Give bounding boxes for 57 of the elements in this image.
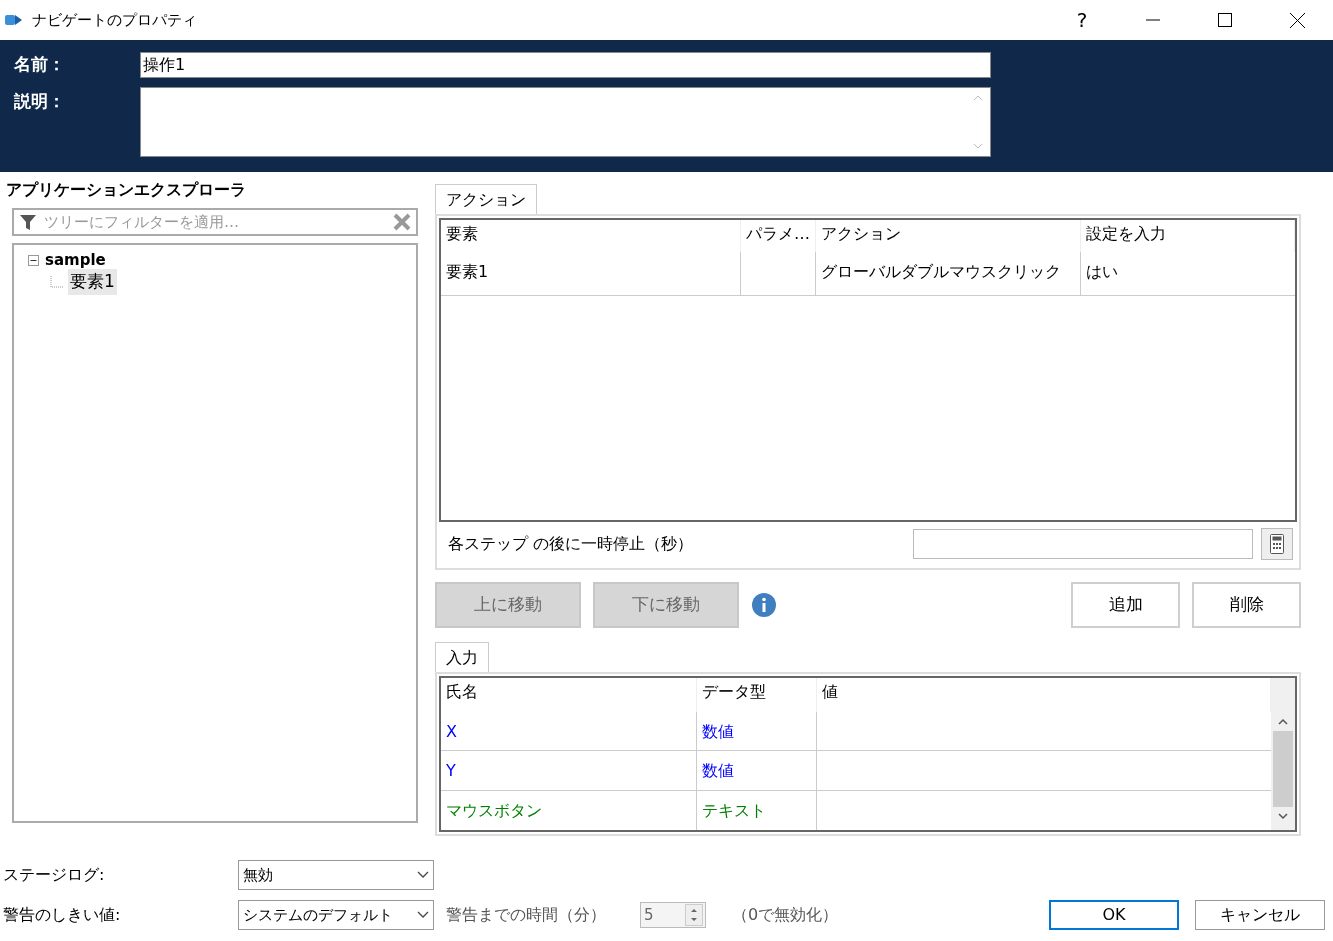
spinner-arrows-icon[interactable]	[685, 904, 703, 926]
table-cell: 要素1	[441, 252, 741, 295]
filter-field[interactable]: ツリーにフィルターを適用…	[12, 208, 418, 236]
ok-button[interactable]: OK	[1049, 900, 1179, 930]
column-header[interactable]: データ型	[697, 678, 817, 712]
inputs-tab[interactable]: 入力	[435, 642, 489, 672]
delete-button[interactable]: 削除	[1192, 582, 1301, 628]
calculator-icon	[1270, 534, 1284, 555]
number-spinner[interactable]: 5	[640, 902, 706, 928]
explorer-title: アプリケーションエクスプローラ	[6, 179, 247, 201]
tree-line-icon	[50, 276, 64, 288]
table-cell: Y	[441, 751, 697, 790]
column-header[interactable]: 要素	[441, 220, 741, 252]
table-cell: マウスボタン	[441, 790, 697, 830]
chevron-down-icon	[417, 911, 429, 919]
warning-time-label: 警告までの時間（分）	[446, 904, 607, 926]
maximize-icon[interactable]	[1218, 13, 1232, 27]
table-cell: テキスト	[697, 790, 817, 830]
stage-log-label: ステージログ:	[3, 864, 106, 886]
scrollbar[interactable]	[1271, 678, 1295, 830]
description-field[interactable]	[140, 87, 991, 157]
tree-item[interactable]: sample	[43, 248, 108, 272]
actions-tab[interactable]: アクション	[435, 184, 537, 214]
app-icon	[4, 12, 24, 28]
dropdown[interactable]: システムのデフォルト	[238, 900, 434, 930]
column-header[interactable]: パラメ…	[741, 220, 816, 252]
calculator-button[interactable]	[1261, 528, 1293, 561]
pause-label: 各ステップ の後に一時停止（秒）	[448, 533, 694, 556]
table-cell: X	[441, 711, 697, 751]
window-title: ナビゲートのプロパティ	[32, 9, 197, 31]
filter-icon	[19, 213, 37, 231]
chevron-down-icon	[417, 871, 429, 879]
description-label: 説明：	[14, 90, 66, 113]
dropdown[interactable]: 無効	[238, 860, 434, 890]
column-header[interactable]: 氏名	[441, 678, 697, 712]
scroll-thumb[interactable]	[1273, 731, 1293, 807]
column-header[interactable]: アクション	[816, 220, 1081, 252]
warning-time-hint: （0で無効化）	[732, 904, 839, 926]
name-field[interactable]: 操作1	[140, 52, 991, 78]
scroll-up-icon[interactable]	[1278, 718, 1288, 725]
collapse-icon[interactable]	[28, 254, 39, 266]
pause-field[interactable]	[913, 529, 1253, 560]
close-icon[interactable]	[1290, 12, 1305, 28]
warning-threshold-label: 警告のしきい値:	[3, 904, 122, 926]
cancel-button[interactable]: キャンセル	[1195, 900, 1325, 930]
tree-item[interactable]: 要素1	[68, 269, 117, 295]
column-header[interactable]: 設定を入力	[1081, 220, 1295, 252]
table-cell: 数値	[697, 751, 817, 790]
add-button[interactable]: 追加	[1071, 582, 1180, 628]
scroll-down-icon[interactable]	[1278, 813, 1288, 820]
name-label: 名前：	[14, 53, 66, 77]
help-button[interactable]: ?	[1047, 5, 1117, 35]
table-cell: 数値	[697, 711, 817, 751]
table-cell: グローバルダブルマウスクリック	[816, 252, 1081, 295]
clear-icon[interactable]	[392, 212, 412, 232]
table-cell-text: はい	[1085, 261, 1119, 283]
info-icon[interactable]	[751, 592, 777, 618]
